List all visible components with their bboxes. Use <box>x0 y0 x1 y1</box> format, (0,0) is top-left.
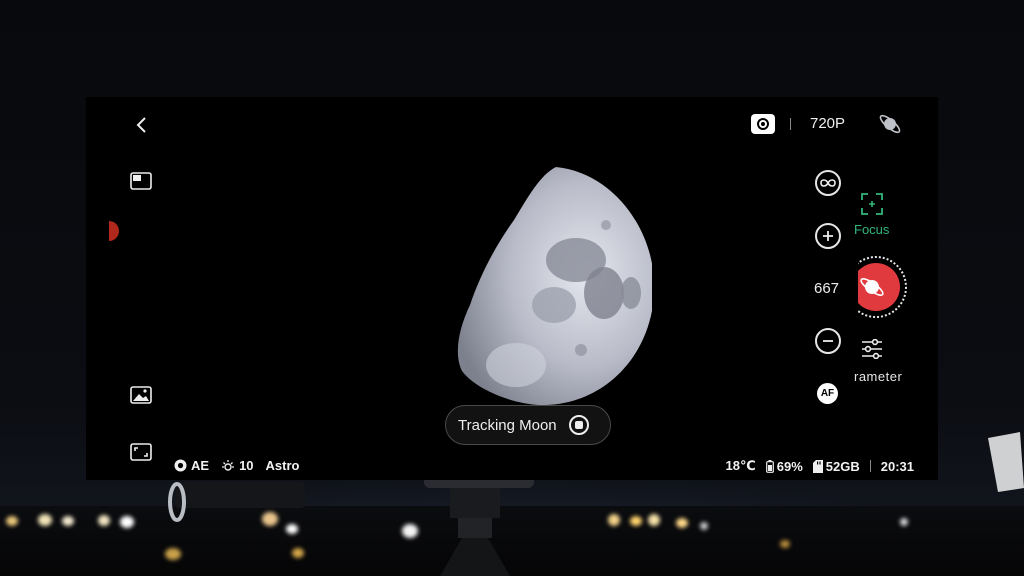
back-button[interactable] <box>130 114 154 136</box>
pip-icon <box>130 172 152 190</box>
status-divider <box>869 460 871 472</box>
city-light <box>6 516 18 526</box>
battery-indicator: 69% <box>765 458 803 474</box>
app-stage: 720P 667 AF Focus rameter Tracking Moon … <box>0 0 1024 576</box>
storage-free: 52GB <box>825 458 860 474</box>
moon-image <box>457 167 652 405</box>
status-bar-left: AE 10 Astro <box>174 458 299 473</box>
parameter-label: rameter <box>854 369 903 384</box>
chevron-left-icon <box>136 117 146 133</box>
infinity-icon <box>820 179 836 187</box>
focus-button[interactable] <box>860 193 884 215</box>
minus-circle-icon <box>823 340 833 342</box>
shooting-mode[interactable]: Astro <box>266 458 300 473</box>
exposure-indicator[interactable]: AE <box>174 458 209 473</box>
city-light <box>62 516 74 526</box>
zoom-value: 667 <box>814 280 840 297</box>
battery-icon <box>765 459 774 473</box>
top-divider <box>790 118 791 130</box>
telescope-mount <box>168 482 305 522</box>
expand-icon <box>130 443 152 461</box>
brightness-value: 10 <box>239 458 254 473</box>
focus-frame-icon <box>861 193 883 215</box>
background-lamp <box>988 432 1024 492</box>
shutter-button[interactable] <box>858 255 908 319</box>
city-light <box>98 515 110 526</box>
city-light <box>120 516 134 528</box>
aperture-icon <box>174 459 187 472</box>
tracking-label: Tracking Moon <box>458 416 557 434</box>
pip-button[interactable] <box>129 171 153 191</box>
shutter-saturn-icon <box>858 256 907 318</box>
camera-preview-screen[interactable]: 720P 667 AF Focus rameter Tracking Moon … <box>86 97 938 480</box>
status-bar-right: 18℃ 69% 52GB 20:31 <box>726 458 914 474</box>
stop-icon <box>574 421 583 429</box>
autofocus-button[interactable]: AF <box>817 383 838 404</box>
city-light <box>38 514 52 526</box>
photo-mode-button[interactable] <box>751 114 775 134</box>
city-light <box>608 514 620 526</box>
side-indicator <box>109 221 119 241</box>
city-light <box>676 518 688 528</box>
plus-circle-icon <box>823 231 833 241</box>
storage-indicator: 52GB <box>812 458 860 474</box>
infinity-focus-button[interactable] <box>815 170 841 196</box>
city-light <box>900 518 908 526</box>
camera-mode-icon <box>757 118 769 130</box>
fullscreen-button[interactable] <box>129 442 153 462</box>
parameter-button[interactable] <box>860 337 884 361</box>
sun-icon <box>222 459 235 471</box>
exposure-mode: AE <box>191 458 210 473</box>
city-light <box>630 516 642 526</box>
city-light <box>780 540 790 548</box>
stop-tracking-button[interactable] <box>568 415 589 435</box>
city-light <box>648 514 660 526</box>
city-light <box>286 524 298 534</box>
saturn-icon <box>879 114 901 134</box>
temperature: 18℃ <box>725 458 756 473</box>
sd-card-icon <box>812 459 823 473</box>
resolution-toggle[interactable]: 720P <box>810 115 845 132</box>
target-selector-button[interactable] <box>876 111 904 137</box>
battery-level: 69% <box>776 458 803 474</box>
image-icon <box>130 386 152 404</box>
tracking-pill[interactable]: Tracking Moon <box>445 405 611 445</box>
brightness-indicator[interactable]: 10 <box>221 458 254 473</box>
gallery-button[interactable] <box>129 385 153 405</box>
sliders-icon <box>862 339 882 359</box>
city-light <box>700 522 708 530</box>
zoom-out-button[interactable] <box>815 328 841 354</box>
city-light <box>292 548 304 558</box>
clock: 20:31 <box>880 458 914 474</box>
zoom-in-button[interactable] <box>815 223 841 249</box>
city-light <box>165 548 181 560</box>
focus-label: Focus <box>854 222 890 237</box>
tripod <box>424 470 534 576</box>
